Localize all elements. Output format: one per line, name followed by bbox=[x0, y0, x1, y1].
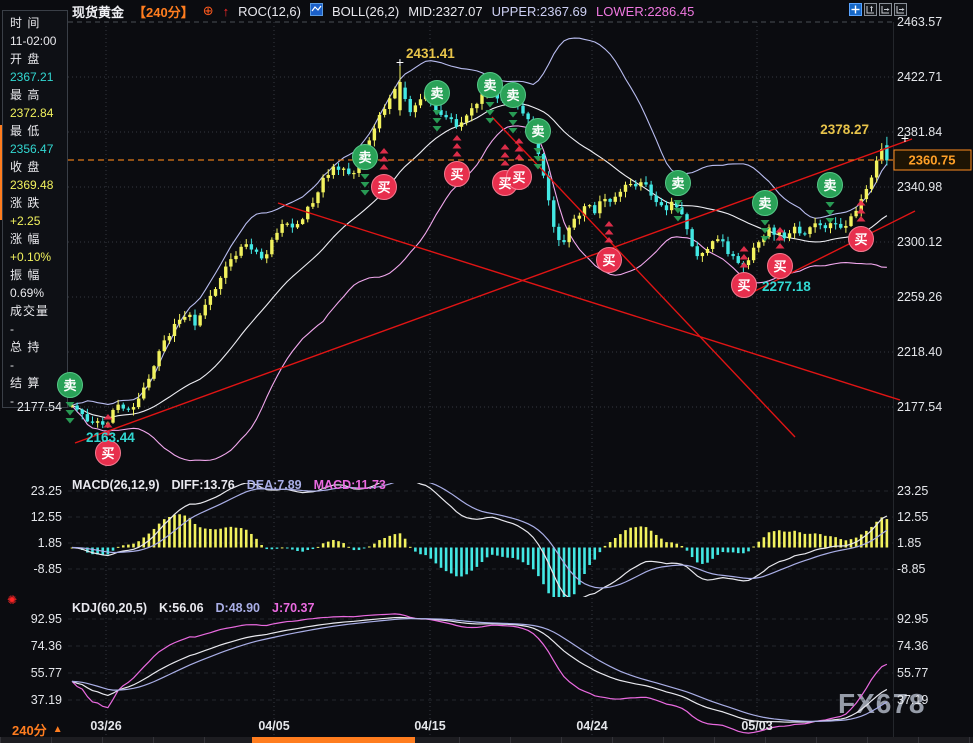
peak-cross-icon: + bbox=[901, 130, 909, 146]
date-tick-label: 04/15 bbox=[414, 719, 445, 733]
date-tick-label: 05/03 bbox=[741, 719, 772, 733]
svg-text:55.77: 55.77 bbox=[897, 666, 928, 680]
boll-indicator-label: BOLL(26,2) bbox=[332, 4, 399, 19]
svg-text:买: 买 bbox=[498, 176, 511, 191]
svg-text:74.36: 74.36 bbox=[31, 639, 62, 653]
boll-lower-value: LOWER:2286.45 bbox=[596, 4, 694, 19]
shift-axis-icon[interactable] bbox=[894, 3, 907, 16]
svg-text:55.77: 55.77 bbox=[31, 666, 62, 680]
svg-text:23.25: 23.25 bbox=[31, 484, 62, 498]
svg-text:卖: 卖 bbox=[671, 176, 684, 191]
price-tick-label: 2218.40 bbox=[897, 345, 942, 359]
macd-value-0: MACD(26,12,9) bbox=[72, 478, 160, 492]
kdj-panel bbox=[72, 614, 887, 733]
svg-text:2177.54: 2177.54 bbox=[17, 400, 62, 414]
svg-text:买: 买 bbox=[377, 180, 390, 195]
svg-text:卖: 卖 bbox=[758, 196, 771, 211]
svg-text:12.55: 12.55 bbox=[31, 510, 62, 524]
svg-text:37.19: 37.19 bbox=[31, 693, 62, 707]
svg-text:37.19: 37.19 bbox=[897, 693, 928, 707]
zoom-axis-icon[interactable] bbox=[864, 3, 877, 16]
chart-toolbar bbox=[849, 3, 907, 16]
svg-text:卖: 卖 bbox=[63, 378, 76, 393]
svg-text:卖: 卖 bbox=[430, 86, 443, 101]
svg-text:买: 买 bbox=[773, 259, 786, 274]
price-tick-label: 2422.71 bbox=[897, 70, 942, 84]
svg-text:2360.75: 2360.75 bbox=[909, 153, 956, 168]
macd-value-1: DIFF:13.76 bbox=[172, 478, 235, 492]
date-tick-label: 04/05 bbox=[258, 719, 289, 733]
signal-markers bbox=[58, 73, 874, 466]
svg-text:买: 买 bbox=[101, 446, 114, 461]
svg-text:12.55: 12.55 bbox=[897, 510, 928, 524]
svg-text:92.95: 92.95 bbox=[897, 612, 928, 626]
svg-text:卖: 卖 bbox=[531, 124, 544, 139]
peak-cross-icon: + bbox=[396, 54, 404, 70]
trading-app-window: 现货黄金【240分】 ⊕ ↑ ROC(12,6) BOLL(26,2) MID:2327.… bbox=[0, 0, 973, 743]
svg-text:买: 买 bbox=[512, 170, 525, 185]
svg-text:卖: 卖 bbox=[483, 78, 496, 93]
boll-mid-value: MID:2327.07 bbox=[408, 4, 482, 19]
svg-text:74.36: 74.36 bbox=[897, 639, 928, 653]
kdj-header: KDJ(60,20,5) K:56.06 D:48.90 J:70.37 bbox=[72, 601, 314, 615]
svg-text:买: 买 bbox=[602, 253, 615, 268]
svg-text:卖: 卖 bbox=[506, 88, 519, 103]
svg-text:买: 买 bbox=[854, 232, 867, 247]
candles bbox=[70, 65, 888, 428]
expand-icon[interactable]: ⊕ bbox=[203, 3, 214, 19]
kdj-value-3: J:70.37 bbox=[272, 601, 314, 615]
svg-text:23.25: 23.25 bbox=[897, 484, 928, 498]
price-annotation: 2163.44 bbox=[86, 430, 135, 445]
timeline-scrollbar[interactable] bbox=[0, 737, 973, 743]
svg-text:卖: 卖 bbox=[358, 150, 371, 165]
macd-header: MACD(26,12,9) DIFF:13.76 DEA:7.89 MACD:11.7… bbox=[72, 478, 386, 492]
svg-text:1.85: 1.85 bbox=[38, 536, 62, 550]
kdj-value-2: D:48.90 bbox=[216, 601, 260, 615]
bollinger-bands bbox=[72, 38, 887, 461]
kdj-value-0: KDJ(60,20,5) bbox=[72, 601, 147, 615]
kdj-value-1: K:56.06 bbox=[159, 601, 203, 615]
price-tick-label: 2300.12 bbox=[897, 235, 942, 249]
price-tick-label: 2463.57 bbox=[897, 15, 942, 29]
crosshair-tool-icon[interactable] bbox=[849, 3, 862, 16]
gridlines bbox=[68, 22, 894, 737]
svg-text:卖: 卖 bbox=[823, 178, 836, 193]
symbol-name: 现货黄金 bbox=[72, 2, 124, 21]
price-annotation: 2431.41 bbox=[406, 46, 455, 61]
boll-chart-icon bbox=[310, 3, 323, 19]
svg-text:-8.85: -8.85 bbox=[897, 562, 926, 576]
svg-text:-8.85: -8.85 bbox=[34, 562, 63, 576]
svg-text:买: 买 bbox=[737, 278, 750, 293]
left-accent-strip bbox=[0, 125, 2, 220]
period-label[interactable]: 【240分】 bbox=[133, 2, 194, 21]
macd-panel bbox=[71, 473, 888, 610]
price-annotation: 2277.18 bbox=[762, 279, 811, 294]
pan-axis-icon[interactable] bbox=[879, 3, 892, 16]
price-tick-label: 2259.26 bbox=[897, 290, 942, 304]
macd-value-3: MACD:11.73 bbox=[314, 478, 386, 492]
date-axis: 03/26 04/05 04/15 04/24 05/03 bbox=[0, 719, 973, 737]
svg-text:1.85: 1.85 bbox=[897, 536, 921, 550]
top-bar: 现货黄金【240分】 ⊕ ↑ ROC(12,6) BOLL(26,2) MID:2327.… bbox=[72, 2, 694, 20]
date-tick-label: 03/26 bbox=[90, 719, 121, 733]
macd-value-2: DEA:7.89 bbox=[247, 478, 302, 492]
roc-indicator-label: ROC(12,6) bbox=[238, 4, 301, 19]
price-annotation: 2378.27 bbox=[820, 122, 869, 137]
alert-icon[interactable]: ✺ bbox=[7, 593, 17, 607]
svg-text:92.95: 92.95 bbox=[31, 612, 62, 626]
svg-text:买: 买 bbox=[450, 167, 463, 182]
price-tick-label: 2340.98 bbox=[897, 180, 942, 194]
boll-upper-value: UPPER:2367.69 bbox=[492, 4, 587, 19]
up-arrow-icon: ↑ bbox=[223, 4, 230, 19]
date-tick-label: 04/24 bbox=[576, 719, 607, 733]
chart-canvas[interactable]: 2463.572422.712381.842340.982300.122259.… bbox=[0, 0, 973, 743]
scrollbar-thumb[interactable] bbox=[252, 737, 415, 743]
triangle-up-icon: ▲ bbox=[53, 724, 63, 735]
price-tick-label: 2177.54 bbox=[897, 400, 942, 414]
